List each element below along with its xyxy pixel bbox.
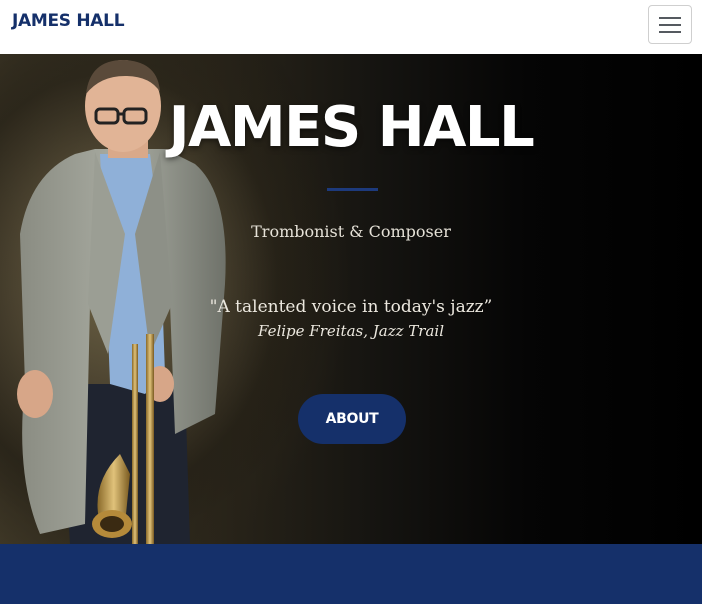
about-button[interactable]: ABOUT: [298, 394, 406, 444]
quote-attribution: Felipe Freitas, Jazz Trail: [257, 322, 444, 340]
navbar-brand[interactable]: JAMES HALL: [12, 11, 125, 31]
hero-subtitle: Trombonist & Composer: [251, 222, 451, 241]
navbar: JAMES HALL: [0, 0, 702, 54]
press-quote: "A talented voice in today's jazz”: [209, 297, 493, 317]
menu-toggle-button[interactable]: [648, 5, 692, 44]
title-divider: [327, 188, 378, 191]
about-section-top: [0, 544, 702, 604]
hero-section: JAMES HALL Trombonist & Composer "A tale…: [0, 54, 702, 544]
hero-title: JAMES HALL: [168, 95, 535, 160]
